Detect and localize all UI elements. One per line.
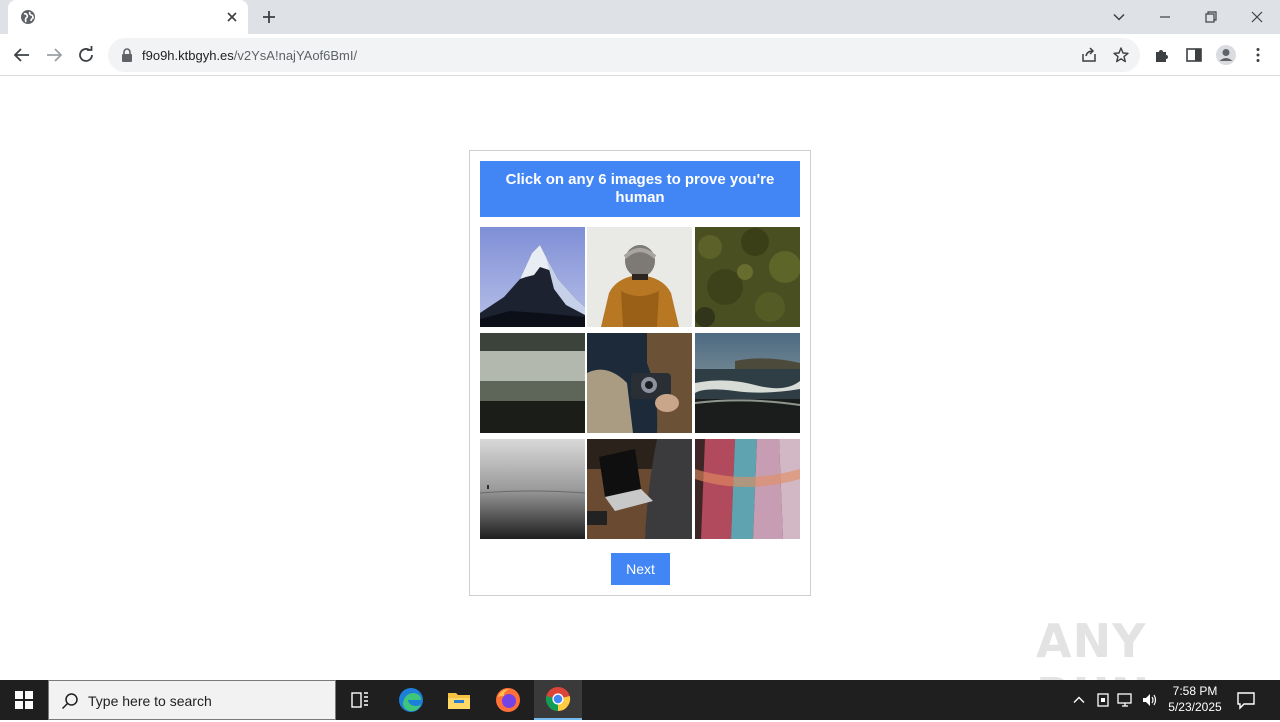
watermark-logo: ANY RUN [1036, 604, 1236, 722]
reload-button[interactable] [74, 43, 98, 67]
lock-icon[interactable] [120, 47, 134, 63]
reload-icon [79, 46, 93, 62]
address-bar[interactable]: f9o9h.ktbgyh.es/v2YsA!najYAof6BmI/ [108, 38, 1140, 72]
volume-icon [1143, 694, 1157, 706]
folder-icon [448, 693, 470, 709]
chevron-up-icon [1073, 696, 1085, 703]
restore-button[interactable] [1188, 0, 1234, 34]
captcha-tile-laptop-desk[interactable] [587, 439, 692, 539]
browser-tab[interactable] [8, 0, 248, 34]
close-window-button[interactable] [1234, 0, 1280, 34]
captcha-tile-ocean-waves[interactable] [695, 333, 800, 433]
network-icon [1117, 693, 1132, 707]
taskbar-edge[interactable] [387, 680, 435, 720]
task-view-icon [351, 692, 368, 708]
url-path: /v2YsA!najYAof6BmI/ [233, 48, 358, 63]
restore-icon [1205, 11, 1217, 23]
captcha-tile-foggy-field[interactable] [480, 333, 585, 433]
ocean-waves-image [695, 333, 800, 433]
captcha-tile-mountain-peak[interactable] [480, 227, 585, 327]
captcha-instruction: Click on any 6 images to prove you're hu… [480, 161, 800, 217]
extensions-button[interactable] [1150, 43, 1174, 67]
mountain-peak-image [480, 227, 585, 327]
close-tab-icon[interactable] [224, 9, 240, 25]
forward-button[interactable] [42, 43, 66, 67]
browser-toolbar: f9o9h.ktbgyh.es/v2YsA!najYAof6BmI/ [0, 34, 1280, 76]
more-vert-icon [1256, 48, 1260, 62]
url-host: f9o9h.ktbgyh.es [142, 48, 234, 63]
windows-logo-icon [15, 691, 33, 709]
laptop-desk-image [587, 439, 692, 539]
captcha-tile-colorful-scarf[interactable] [695, 439, 800, 539]
minimize-button[interactable] [1142, 0, 1188, 34]
foggy-field-image [480, 333, 585, 433]
tray-device[interactable] [1094, 691, 1112, 709]
chrome-icon [545, 687, 571, 711]
captcha-tile-misty-lake[interactable] [480, 439, 585, 539]
close-icon [1251, 11, 1263, 23]
edge-icon [399, 688, 423, 712]
taskbar-search-placeholder: Type here to search [88, 693, 212, 709]
arrow-left-icon [13, 48, 29, 62]
tab-strip [0, 0, 1280, 34]
moss-texture-image [695, 227, 800, 327]
taskbar-task-view[interactable] [336, 680, 384, 720]
search-icon [61, 693, 78, 710]
tray-volume[interactable] [1141, 691, 1159, 709]
taskbar-clock[interactable]: 7:58 PM 5/23/2025 [1160, 683, 1230, 715]
tray-network[interactable] [1117, 691, 1135, 709]
start-button[interactable] [0, 680, 48, 720]
arrow-right-icon [47, 48, 63, 62]
person-beanie-image [587, 227, 692, 327]
captcha-tile-person-beanie[interactable] [587, 227, 692, 327]
tab-search-button[interactable] [1096, 0, 1142, 34]
taskbar-chrome[interactable] [534, 680, 582, 720]
tray-overflow[interactable] [1070, 691, 1088, 709]
device-icon [1097, 693, 1109, 707]
hands-camera-image [587, 333, 692, 433]
captcha-tile-hands-camera[interactable] [587, 333, 692, 433]
chevron-down-icon [1113, 13, 1125, 21]
globe-icon [21, 10, 35, 24]
taskbar-search-box[interactable]: Type here to search [48, 680, 336, 720]
captcha-tile-moss-texture[interactable] [695, 227, 800, 327]
bookmark-star-icon[interactable] [1112, 46, 1130, 64]
new-tab-icon[interactable] [260, 8, 278, 26]
firefox-icon [496, 688, 520, 712]
taskbar-firefox[interactable] [484, 680, 532, 720]
notification-icon[interactable] [1236, 690, 1256, 710]
profile-button[interactable] [1214, 43, 1238, 67]
taskbar-file-explorer[interactable] [435, 680, 483, 720]
captcha-image-grid [480, 227, 800, 539]
captcha-box: Click on any 6 images to prove you're hu… [469, 150, 811, 596]
share-icon[interactable] [1080, 46, 1098, 64]
clock-date: 5/23/2025 [1168, 700, 1222, 714]
back-button[interactable] [10, 43, 34, 67]
taskbar: Type here to search 7:58 PM 5/23/2025 [0, 680, 1280, 720]
side-panel-icon [1186, 48, 1202, 62]
avatar-icon [1216, 45, 1236, 65]
menu-button[interactable] [1246, 43, 1270, 67]
url-text[interactable]: f9o9h.ktbgyh.es/v2YsA!najYAof6BmI/ [142, 48, 357, 63]
colorful-scarf-image [695, 439, 800, 539]
minimize-icon [1160, 16, 1170, 18]
side-panel-button[interactable] [1182, 43, 1206, 67]
clock-time: 7:58 PM [1172, 684, 1218, 698]
misty-lake-image [480, 439, 585, 539]
puzzle-icon [1156, 50, 1168, 62]
next-button[interactable]: Next [611, 553, 670, 585]
